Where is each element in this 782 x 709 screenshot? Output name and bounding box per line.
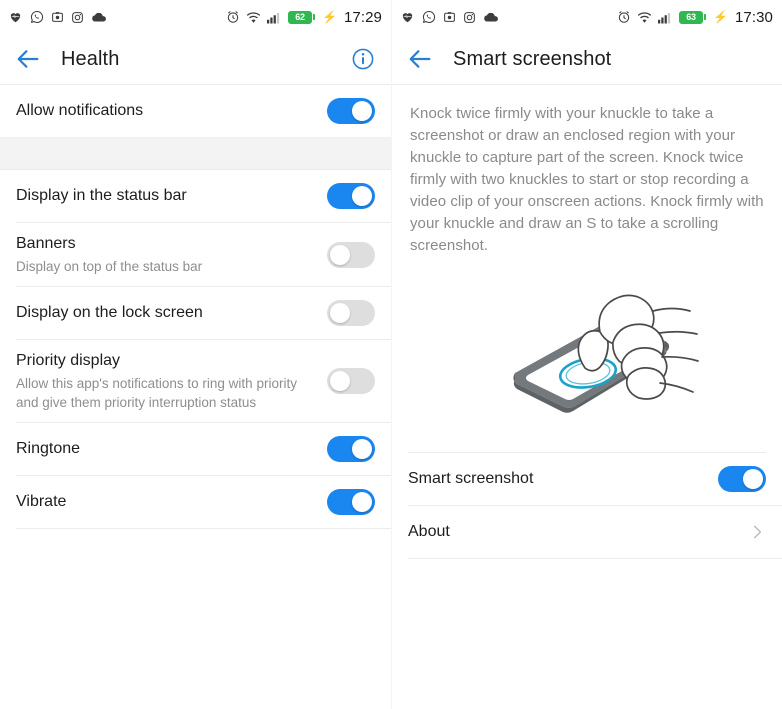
knuckle-knock-on-phone-illustration [392, 257, 782, 460]
row-text-group: Smart screenshot [408, 458, 704, 500]
row-smart-screenshot[interactable]: Smart screenshot [392, 453, 782, 505]
heart-health-icon [402, 13, 413, 23]
toggle-knob [352, 101, 372, 121]
status-bar-clock: 17:29 [343, 8, 382, 26]
row-banners[interactable]: Banners Display on top of the status bar [0, 223, 391, 286]
row-text-group: Banners Display on top of the status bar [16, 223, 313, 286]
row-subtitle: Display on top of the status bar [16, 259, 203, 274]
row-text-group: Priority display Allow this app's notifi… [16, 340, 313, 422]
battery-percent-label: 62 [295, 11, 305, 22]
row-title: About [408, 523, 450, 540]
page-title: Health [61, 47, 120, 70]
dual-screenshot-container: 62 ⚡ 17:29 Health Allow notifications Di… [0, 0, 782, 709]
row-title: Display in the status bar [16, 187, 187, 204]
toggle-knob [352, 186, 372, 206]
notification-settings-list: Allow notifications Display in the statu… [0, 85, 391, 529]
status-bar-clock: 17:30 [734, 8, 773, 26]
toggle-priority-display[interactable] [327, 368, 375, 394]
row-subtitle: Allow this app's notifications to ring w… [16, 376, 297, 410]
battery-cap [704, 14, 706, 20]
battery-indicator: 62 [288, 10, 315, 24]
toggle-ringtone[interactable] [327, 436, 375, 462]
row-text-group: Allow notifications [16, 90, 313, 132]
left-phone-screen: 62 ⚡ 17:29 Health Allow notifications Di… [0, 0, 391, 709]
row-title: Priority display [16, 352, 121, 369]
toggle-smart-screenshot[interactable] [718, 466, 766, 492]
chevron-right-icon [754, 525, 762, 539]
row-about[interactable]: About [392, 506, 782, 558]
row-title: Display on the lock screen [16, 304, 203, 321]
screenshot-icon [52, 12, 63, 22]
page-title: Smart screenshot [453, 47, 612, 70]
whatsapp-icon [422, 10, 436, 23]
instagram-icon [464, 11, 475, 23]
toggle-knob [330, 244, 350, 265]
instagram-icon [72, 11, 83, 23]
alarm-icon [227, 11, 239, 23]
row-title: Ringtone [16, 440, 81, 457]
row-text-group: Display in the status bar [16, 175, 313, 217]
status-bar-left: 62 ⚡ 17:29 [0, 0, 391, 34]
info-icon[interactable] [351, 47, 375, 71]
row-text-group: Vibrate [16, 481, 313, 523]
row-allow-notifications[interactable]: Allow notifications [0, 85, 391, 137]
toggle-vibrate[interactable] [327, 489, 375, 515]
toggle-knob [330, 303, 350, 323]
heart-health-icon [10, 13, 21, 23]
signal-icon [267, 12, 280, 23]
charging-bolt-icon: ⚡ [322, 10, 337, 24]
row-text-group: Display on the lock screen [16, 292, 313, 334]
battery-body: 62 [288, 10, 312, 24]
cloud-icon [92, 12, 106, 21]
status-bar-notification-icons [400, 10, 499, 24]
row-text-group: Ringtone [16, 428, 313, 470]
back-arrow-icon[interactable] [406, 45, 434, 73]
toggle-knob [330, 371, 350, 391]
wifi-icon [246, 11, 261, 23]
toggle-knob [352, 492, 372, 512]
status-bar-system-icons: 62 ⚡ 17:29 [226, 9, 382, 26]
row-title: Vibrate [16, 493, 67, 510]
battery-indicator: 63 [679, 10, 706, 24]
row-text-group: About [408, 511, 748, 553]
right-phone-screen: 63 ⚡ 17:30 Smart screenshot Knock twice … [391, 0, 782, 709]
row-vibrate[interactable]: Vibrate [0, 476, 391, 528]
toggle-knob [352, 439, 372, 459]
row-display-in-status-bar[interactable]: Display in the status bar [0, 170, 391, 222]
list-divider [408, 558, 782, 559]
smart-screenshot-settings-list: Smart screenshot About [392, 452, 782, 559]
row-title: Smart screenshot [408, 470, 534, 487]
alarm-icon [618, 11, 630, 23]
app-bar-right: Smart screenshot [392, 34, 782, 85]
toggle-allow-notifications[interactable] [327, 98, 375, 124]
status-bar-system-icons: 63 ⚡ 17:30 [617, 9, 773, 26]
row-ringtone[interactable]: Ringtone [0, 423, 391, 475]
list-divider [16, 528, 391, 529]
row-display-on-lock-screen[interactable]: Display on the lock screen [0, 287, 391, 339]
signal-icon [658, 12, 671, 23]
row-title: Allow notifications [16, 102, 144, 119]
feature-description: Knock twice firmly with your knuckle to … [410, 105, 764, 254]
section-spacer-band [0, 137, 391, 170]
battery-percent-label: 63 [686, 11, 696, 22]
toggle-display-on-lock-screen[interactable] [327, 300, 375, 326]
app-bar-left: Health [0, 34, 391, 85]
status-bar-notification-icons [8, 10, 107, 24]
row-priority-display[interactable]: Priority display Allow this app's notifi… [0, 340, 391, 422]
screenshot-icon [444, 12, 455, 22]
battery-body: 63 [679, 10, 703, 24]
cloud-icon [484, 12, 498, 21]
wifi-icon [637, 11, 652, 23]
row-title: Banners [16, 235, 76, 252]
charging-bolt-icon: ⚡ [713, 10, 728, 24]
toggle-knob [743, 469, 763, 489]
whatsapp-icon [30, 10, 44, 23]
back-arrow-icon[interactable] [14, 45, 42, 73]
toggle-banners[interactable] [327, 241, 375, 268]
status-bar-right: 63 ⚡ 17:30 [392, 0, 782, 34]
battery-cap [313, 14, 315, 20]
toggle-display-in-status-bar[interactable] [327, 183, 375, 209]
